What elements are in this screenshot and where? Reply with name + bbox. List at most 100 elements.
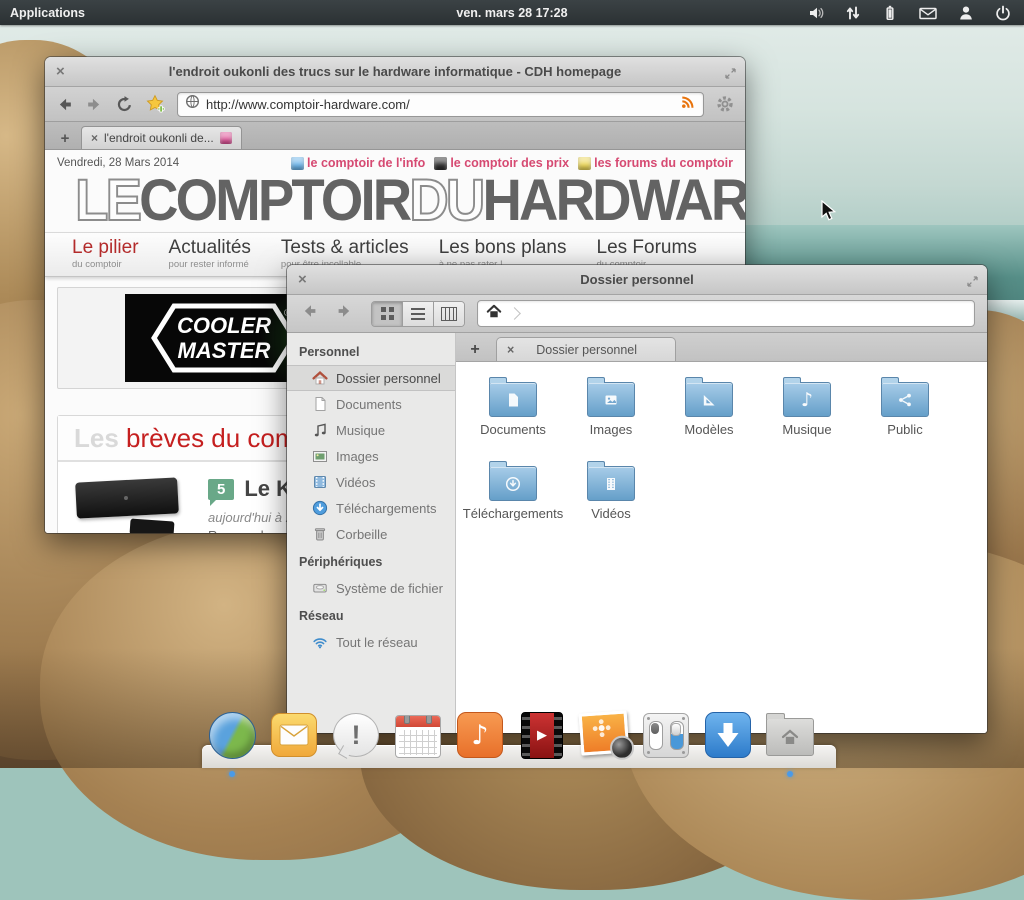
folder-videos[interactable]: Vidéos [562, 458, 660, 542]
browser-tab[interactable]: × l'endroit oukonli de... [81, 126, 242, 149]
folder-images[interactable]: Images [562, 374, 660, 458]
dock-music[interactable]: ♪ [456, 711, 504, 759]
dock-downloads[interactable] [704, 711, 752, 759]
sidebar-item-documents[interactable]: Documents [287, 391, 455, 417]
folder-musique[interactable]: ♪ Musique [758, 374, 856, 458]
volume-icon[interactable] [807, 4, 825, 22]
settings-gear-icon[interactable] [715, 94, 735, 114]
nav-actualites[interactable]: Actualitéspour rester informé [154, 237, 266, 270]
applications-menu[interactable]: Applications [10, 6, 85, 20]
tab-close-icon[interactable]: × [91, 131, 98, 145]
sidebar-item-label[interactable]: Corbeille [336, 527, 387, 542]
site-logo[interactable]: LECOMPTOIRDUHARDWARE [45, 171, 703, 229]
sidebar-item-label[interactable]: Images [336, 449, 379, 464]
sidebar-item-label[interactable]: Vidéos [336, 475, 376, 490]
dock-messages[interactable]: ! [332, 711, 380, 759]
nav-label[interactable]: Les Forums [597, 237, 697, 259]
logo-le: LE [75, 168, 139, 233]
forward-button[interactable] [85, 95, 104, 114]
music-note-icon: ♪ [457, 712, 503, 758]
user-icon[interactable] [957, 4, 975, 22]
files-main-pane: + × Dossier personnel Documents Images M [456, 333, 987, 733]
files-tab[interactable]: × Dossier personnel [496, 337, 676, 361]
icon-view-button[interactable] [372, 302, 402, 326]
sidebar-item-systeme-de-fichier[interactable]: Système de fichier [287, 575, 455, 601]
rss-icon[interactable] [680, 94, 696, 115]
browser-toolbar [45, 87, 745, 122]
sidebar-item-label[interactable]: Documents [336, 397, 402, 412]
dock-settings[interactable] [642, 711, 690, 759]
logo-du: DU [409, 168, 482, 233]
dock-calendar[interactable] [394, 711, 442, 759]
mail-icon[interactable] [918, 4, 938, 22]
home-breadcrumb-icon[interactable] [486, 303, 502, 324]
close-icon[interactable]: × [56, 64, 65, 79]
folder-label: Images [590, 422, 633, 437]
sidebar-item-musique[interactable]: Musique [287, 417, 455, 443]
sidebar-item-dossier-personnel[interactable]: Dossier personnel [287, 365, 455, 391]
comment-count-badge[interactable]: 5 [208, 479, 234, 500]
folder-documents[interactable]: Documents [464, 374, 562, 458]
folder-label: Téléchargements [463, 506, 563, 521]
sidebar-item-label[interactable]: Système de fichier [336, 581, 443, 596]
maximize-icon[interactable] [725, 66, 736, 84]
sidebar-header-peripheriques: Périphériques [287, 547, 455, 575]
sidebar-item-label[interactable]: Tout le réseau [336, 635, 418, 650]
dock-videos[interactable]: ▶ [518, 711, 566, 759]
image-icon [312, 448, 328, 464]
sidebar-item-label[interactable]: Musique [336, 423, 385, 438]
sidebar-item-videos[interactable]: Vidéos [287, 469, 455, 495]
browser-window-title: l'endroit oukonli des trucs sur le hardw… [45, 64, 745, 79]
back-button[interactable] [55, 95, 74, 114]
network-wifi-icon [312, 634, 328, 650]
network-icon[interactable] [844, 4, 862, 22]
reload-button[interactable] [115, 95, 134, 114]
forward-button[interactable] [335, 301, 355, 326]
site-globe-icon [185, 94, 200, 114]
path-bar[interactable] [477, 300, 975, 327]
sidebar-item-corbeille[interactable]: Corbeille [287, 521, 455, 547]
back-button[interactable] [299, 301, 319, 326]
bookmark-star-icon[interactable] [145, 94, 166, 114]
nav-le-pilier[interactable]: Le pilierdu comptoir [57, 237, 154, 270]
nav-label[interactable]: Le pilier [72, 237, 139, 259]
view-switcher [371, 301, 465, 327]
browser-titlebar[interactable]: × l'endroit oukonli des trucs sur le har… [45, 57, 745, 87]
folder-label: Modèles [684, 422, 733, 437]
sidebar-item-label[interactable]: Dossier personnel [336, 371, 441, 386]
power-icon[interactable] [994, 4, 1012, 22]
new-tab-button[interactable]: + [462, 338, 488, 361]
folder-modeles[interactable]: Modèles [660, 374, 758, 458]
folder-public[interactable]: Public [856, 374, 954, 458]
url-input[interactable] [206, 97, 674, 112]
tab-label: Dossier personnel [528, 343, 645, 357]
battery-icon[interactable] [881, 4, 899, 22]
home-folder-icon [766, 718, 814, 756]
folder-label: Public [887, 422, 922, 437]
sidebar-item-label[interactable]: Téléchargements [336, 501, 436, 516]
new-tab-button[interactable]: + [53, 128, 77, 149]
dock-photos[interactable] [580, 711, 628, 759]
files-tab-bar: + × Dossier personnel [456, 333, 987, 362]
folder-label: Vidéos [591, 506, 631, 521]
files-titlebar[interactable]: × Dossier personnel [287, 265, 987, 295]
list-view-button[interactable] [402, 302, 433, 326]
sidebar-item-images[interactable]: Images [287, 443, 455, 469]
nav-label[interactable]: Les bons plans [439, 237, 567, 259]
dock-mail[interactable] [270, 711, 318, 759]
sidebar-item-tout-le-reseau[interactable]: Tout le réseau [287, 629, 455, 655]
nav-label[interactable]: Actualités [169, 237, 251, 259]
tab-close-icon[interactable]: × [507, 343, 514, 357]
url-bar[interactable] [177, 92, 704, 117]
folder-telechargements[interactable]: Téléchargements [464, 458, 562, 542]
maximize-icon[interactable] [967, 274, 978, 292]
column-view-button[interactable] [433, 302, 464, 326]
cm-line2: MASTER [178, 338, 271, 363]
switches-icon [643, 713, 689, 758]
nav-label[interactable]: Tests & articles [281, 237, 409, 259]
close-icon[interactable]: × [298, 272, 307, 287]
mail-icon [271, 713, 317, 757]
dock-files[interactable] [766, 711, 814, 759]
dock-web-browser[interactable] [208, 711, 256, 759]
sidebar-item-telechargements[interactable]: Téléchargements [287, 495, 455, 521]
